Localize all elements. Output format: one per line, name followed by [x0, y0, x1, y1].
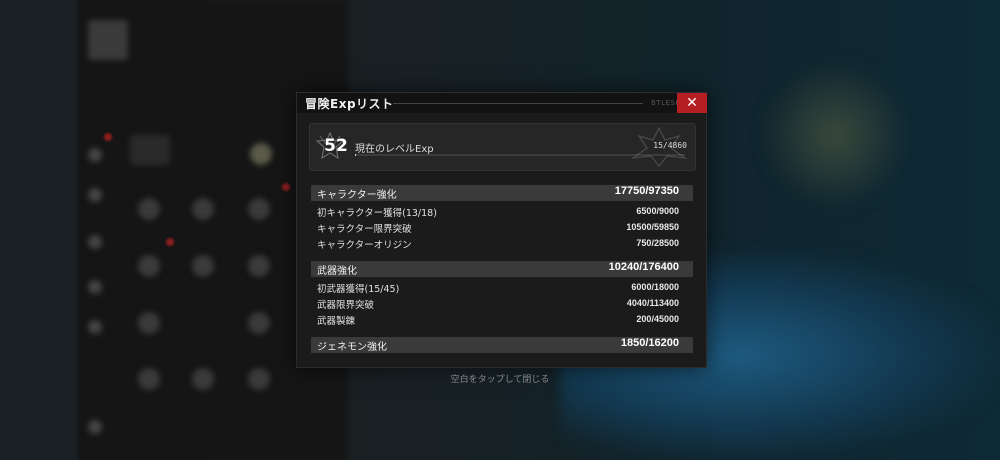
exp-row-current: 750 — [636, 238, 652, 248]
exp-row-label: キャラクターオリジン — [317, 240, 412, 251]
section-value: 10240/176400 — [609, 261, 679, 273]
exp-row-value: 6000/18000 — [631, 282, 679, 292]
exp-row-max: 28500 — [653, 238, 679, 248]
section-label: キャラクター強化 — [317, 190, 397, 201]
section-current: 10240 — [608, 261, 640, 273]
exp-row-max: 18000 — [653, 282, 679, 292]
background-avatar — [88, 20, 128, 60]
section-max: 16200 — [648, 337, 679, 349]
section-current: 17750 — [614, 185, 646, 197]
background-notification-dot — [282, 183, 290, 191]
close-icon: ✕ — [686, 95, 698, 111]
background-icon — [248, 255, 270, 277]
section-value: 17750/97350 — [615, 185, 679, 197]
exp-row-max: 113400 — [649, 298, 679, 308]
section-max: 176400 — [642, 261, 679, 273]
exp-row-label: 初キャラクター獲得(13/18) — [317, 208, 437, 219]
exp-row-label: 武器限界突破 — [317, 300, 375, 311]
background-icon — [248, 198, 270, 220]
dialog-title: 冒険Expリスト — [305, 97, 394, 111]
section-label: 武器強化 — [317, 266, 357, 277]
background-glow — [760, 60, 910, 210]
exp-row-label: キャラクター限界突破 — [317, 224, 412, 235]
background-icon — [138, 368, 160, 390]
exp-row: 初キャラクター獲得(13/18) 6500/9000 — [317, 205, 693, 220]
section-label: ジェネモン強化 — [317, 342, 387, 353]
background-icon — [250, 143, 272, 165]
section-header: 武器強化 10240/176400 — [311, 261, 693, 277]
adventure-exp-dialog: 冒険Expリスト BTLESK ✕ 52 現在のレベルExp 15/4860 キ… — [296, 92, 707, 368]
exp-row-current: 10500 — [626, 222, 652, 232]
exp-row-current: 6500 — [636, 206, 657, 216]
exp-row-current: 6000 — [631, 282, 652, 292]
title-divider — [393, 103, 643, 104]
dialog-title-bar: 冒険Expリスト BTLESK — [297, 93, 706, 113]
background-side-icon — [88, 420, 102, 434]
exp-row-current: 4040 — [626, 298, 647, 308]
background-notification-dot — [104, 133, 112, 141]
exp-row-max: 45000 — [653, 314, 679, 324]
exp-row: 初武器獲得(15/45) 6000/18000 — [317, 281, 693, 296]
background-card — [130, 135, 170, 165]
exp-row-current: 200 — [636, 314, 652, 324]
exp-row-value: 750/28500 — [636, 238, 679, 248]
section-value: 1850/16200 — [621, 337, 679, 349]
background-side-icon — [88, 148, 102, 162]
close-button[interactable]: ✕ — [677, 93, 707, 113]
background-icon — [192, 255, 214, 277]
current-level-panel: 52 現在のレベルExp 15/4860 — [309, 123, 696, 171]
exp-row-label: 武器製錬 — [317, 316, 356, 327]
background-side-strip — [0, 0, 78, 460]
background-side-icon — [88, 320, 102, 334]
background-side-icon — [88, 188, 102, 202]
section-max: 97350 — [648, 185, 679, 197]
background-side-icon — [88, 280, 102, 294]
exp-row-max: 59850 — [653, 222, 679, 232]
background-side-icon — [88, 235, 102, 249]
background-icon — [138, 198, 160, 220]
level-progress-fill — [355, 154, 356, 156]
background-icon — [248, 312, 270, 334]
exp-row: キャラクター限界突破 10500/59850 — [317, 221, 693, 236]
background-icon — [248, 368, 270, 390]
exp-row: 武器限界突破 4040/113400 — [317, 297, 693, 312]
background-notification-dot — [166, 238, 174, 246]
background-icon — [138, 255, 160, 277]
background-icon — [192, 368, 214, 390]
exp-row: キャラクターオリジン 750/28500 — [317, 237, 693, 252]
level-number: 52 — [324, 136, 348, 156]
exp-row-value: 4040/113400 — [627, 298, 679, 308]
emblem-icon — [630, 126, 688, 167]
tap-to-close-hint: 空白をタップして閉じる — [450, 375, 550, 385]
exp-row-value: 10500/59850 — [626, 222, 679, 232]
exp-row-label: 初武器獲得(15/45) — [317, 284, 400, 295]
exp-row: 武器製錬 200/45000 — [317, 313, 693, 328]
section-header: キャラクター強化 17750/97350 — [311, 185, 693, 201]
background-icon — [192, 198, 214, 220]
section-header: ジェネモン強化 1850/16200 — [311, 337, 693, 353]
level-exp-label: 現在のレベルExp — [355, 144, 434, 155]
exp-row-value: 200/45000 — [636, 314, 679, 324]
section-current: 1850 — [620, 337, 646, 349]
exp-row-value: 6500/9000 — [636, 206, 679, 216]
background-icon — [138, 312, 160, 334]
exp-row-max: 9000 — [658, 206, 679, 216]
